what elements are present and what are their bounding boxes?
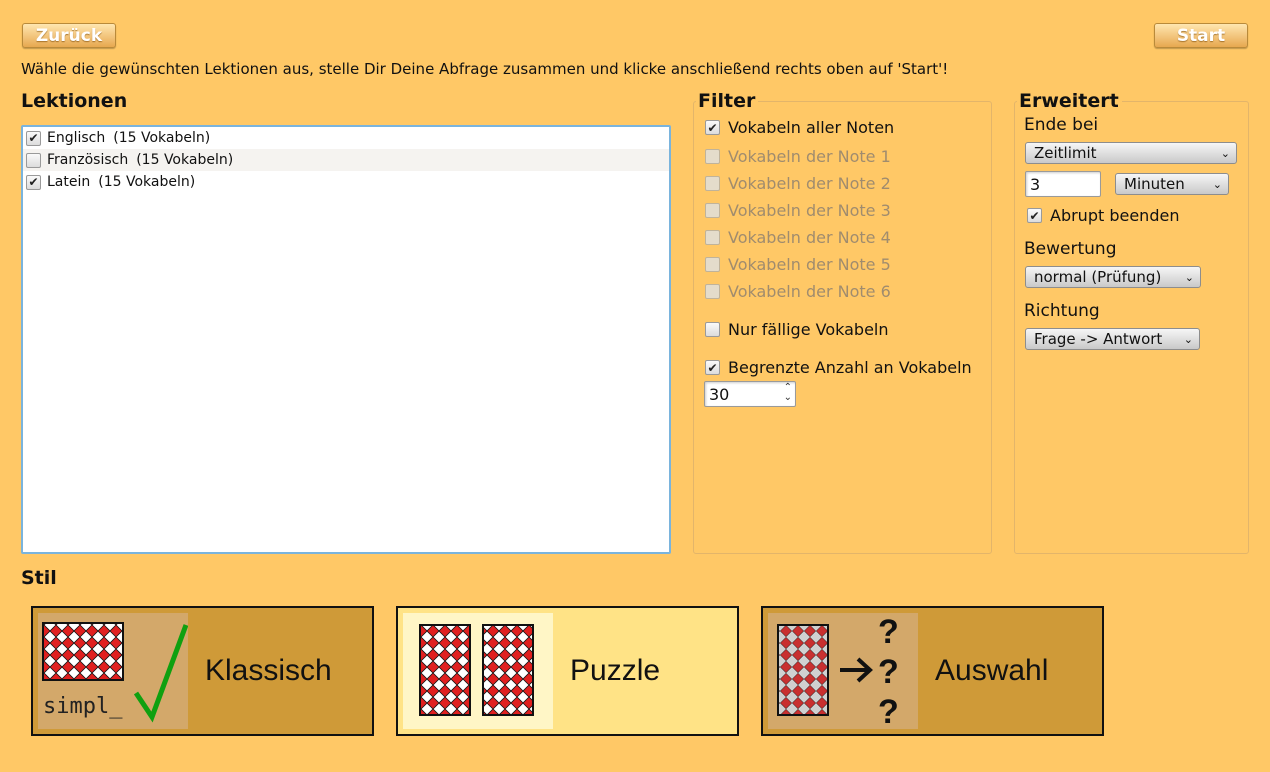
style-classic-label: Klassisch <box>205 654 332 687</box>
style-puzzle-label: Puzzle <box>570 654 661 687</box>
question-mark-icon: ? <box>878 693 899 729</box>
lesson-checkbox-englisch[interactable]: ✔ <box>26 130 41 146</box>
choice-card-icon: ? ? ? <box>777 613 899 731</box>
lessons-title: Lektionen <box>21 90 128 112</box>
classic-thumbnail: simpl_ <box>38 613 189 729</box>
style-choice-button[interactable]: ? ? ? Auswahl <box>761 606 1104 736</box>
grade-2-checkbox[interactable]: ✔ <box>705 176 720 191</box>
time-value: 3 <box>1030 174 1041 194</box>
grade-2-label: Vokabeln der Note 2 <box>728 174 891 193</box>
limit-checkbox[interactable]: ✔ <box>705 360 720 375</box>
grade-2-option[interactable]: ✔ Vokabeln der Note 2 <box>705 174 891 193</box>
choice-thumbnail: ? ? ? <box>768 613 918 731</box>
direction-value: Frage -> Antwort <box>1034 330 1163 348</box>
back-button[interactable]: Zurück <box>22 23 116 48</box>
grade-5-label: Vokabeln der Note 5 <box>728 255 891 274</box>
grade-5-option[interactable]: ✔ Vokabeln der Note 5 <box>705 255 891 274</box>
grade-3-option[interactable]: ✔ Vokabeln der Note 3 <box>705 201 891 220</box>
lesson-row-franzoesisch[interactable]: ✔ Französisch (15 Vokabeln) <box>23 149 669 171</box>
puzzle-cards-icon <box>419 624 534 716</box>
chevron-down-icon[interactable]: ⌄ <box>784 393 792 403</box>
all-grades-label: Vokabeln aller Noten <box>728 118 895 137</box>
style-classic-button[interactable]: simpl_ Klassisch <box>31 606 374 736</box>
lesson-name: Englisch <box>47 130 106 146</box>
grade-6-checkbox[interactable]: ✔ <box>705 284 720 299</box>
question-mark-icon: ? <box>878 613 899 651</box>
back-label: Zurück <box>35 25 103 46</box>
rating-select[interactable]: normal (Prüfung) ⌄ <box>1025 266 1201 288</box>
filter-title: Filter <box>696 90 759 112</box>
end-mode-select[interactable]: Zeitlimit ⌄ <box>1025 142 1237 164</box>
extended-title: Erweitert <box>1017 90 1122 112</box>
lesson-row-englisch[interactable]: ✔ Englisch (15 Vokabeln) <box>23 127 669 149</box>
grade-1-option[interactable]: ✔ Vokabeln der Note 1 <box>705 147 891 166</box>
start-label: Start <box>1176 25 1226 46</box>
lesson-checkbox-latein[interactable]: ✔ <box>26 174 41 190</box>
end-label: Ende bei <box>1024 115 1099 135</box>
limit-value: 30 <box>709 384 730 404</box>
start-button[interactable]: Start <box>1154 23 1248 48</box>
style-title: Stil <box>21 567 57 589</box>
all-grades-checkbox[interactable]: ✔ <box>705 120 720 135</box>
style-choice-label: Auswahl <box>935 654 1049 687</box>
classic-thumb-text: simpl_ <box>43 694 123 719</box>
due-only-option[interactable]: ✔ Nur fällige Vokabeln <box>705 320 889 339</box>
lesson-count: (15 Vokabeln) <box>113 130 211 146</box>
time-value-input[interactable]: 3 <box>1025 171 1101 197</box>
rating-value: normal (Prüfung) <box>1034 268 1162 286</box>
limit-option[interactable]: ✔ Begrenzte Anzahl an Vokabeln <box>705 358 972 377</box>
checkmark-icon <box>133 624 189 723</box>
due-only-label: Nur fällige Vokabeln <box>728 320 889 339</box>
direction-select[interactable]: Frage -> Antwort ⌄ <box>1025 328 1200 350</box>
time-unit-select[interactable]: Minuten ⌄ <box>1115 173 1229 195</box>
question-mark-icon: ? <box>878 653 899 691</box>
lesson-count: (15 Vokabeln) <box>98 174 196 190</box>
puzzle-thumbnail <box>403 613 553 729</box>
abrupt-label: Abrupt beenden <box>1050 206 1180 225</box>
grade-4-label: Vokabeln der Note 4 <box>728 228 891 247</box>
grade-4-checkbox[interactable]: ✔ <box>705 230 720 245</box>
limit-stepper[interactable]: 30 ⌃ ⌄ <box>704 381 796 407</box>
grade-3-label: Vokabeln der Note 3 <box>728 201 891 220</box>
lesson-name: Französisch <box>47 152 129 168</box>
lesson-checkbox-franzoesisch[interactable]: ✔ <box>26 152 41 168</box>
arrow-right-icon <box>840 657 873 683</box>
grade-4-option[interactable]: ✔ Vokabeln der Note 4 <box>705 228 891 247</box>
lesson-name: Latein <box>47 174 91 190</box>
chevron-down-icon: ⌄ <box>1212 177 1222 191</box>
all-grades-option[interactable]: ✔ Vokabeln aller Noten <box>705 118 894 137</box>
classic-card-icon: simpl_ <box>42 622 189 723</box>
lesson-row-latein[interactable]: ✔ Latein (15 Vokabeln) <box>23 171 669 193</box>
stepper-arrows[interactable]: ⌃ ⌄ <box>784 383 792 403</box>
rating-label: Bewertung <box>1024 239 1117 259</box>
grade-6-label: Vokabeln der Note 6 <box>728 282 891 301</box>
instruction-text: Wähle die gewünschten Lektionen aus, ste… <box>21 60 949 78</box>
abrupt-option[interactable]: ✔ Abrupt beenden <box>1027 206 1179 225</box>
limit-label: Begrenzte Anzahl an Vokabeln <box>728 358 972 377</box>
grade-6-option[interactable]: ✔ Vokabeln der Note 6 <box>705 282 891 301</box>
grade-5-checkbox[interactable]: ✔ <box>705 257 720 272</box>
grade-1-label: Vokabeln der Note 1 <box>728 147 891 166</box>
style-puzzle-button[interactable]: Puzzle <box>396 606 739 736</box>
grade-3-checkbox[interactable]: ✔ <box>705 203 720 218</box>
direction-label: Richtung <box>1024 301 1100 321</box>
time-unit-value: Minuten <box>1124 175 1185 193</box>
lessons-list[interactable]: ✔ Englisch (15 Vokabeln) ✔ Französisch (… <box>21 125 671 554</box>
chevron-down-icon: ⌄ <box>1184 270 1194 284</box>
grade-1-checkbox[interactable]: ✔ <box>705 149 720 164</box>
chevron-down-icon: ⌄ <box>1183 332 1193 346</box>
due-only-checkbox[interactable]: ✔ <box>705 322 720 337</box>
lesson-count: (15 Vokabeln) <box>136 152 234 168</box>
abrupt-checkbox[interactable]: ✔ <box>1027 208 1042 223</box>
chevron-down-icon: ⌄ <box>1220 146 1230 160</box>
end-mode-value: Zeitlimit <box>1034 144 1097 162</box>
